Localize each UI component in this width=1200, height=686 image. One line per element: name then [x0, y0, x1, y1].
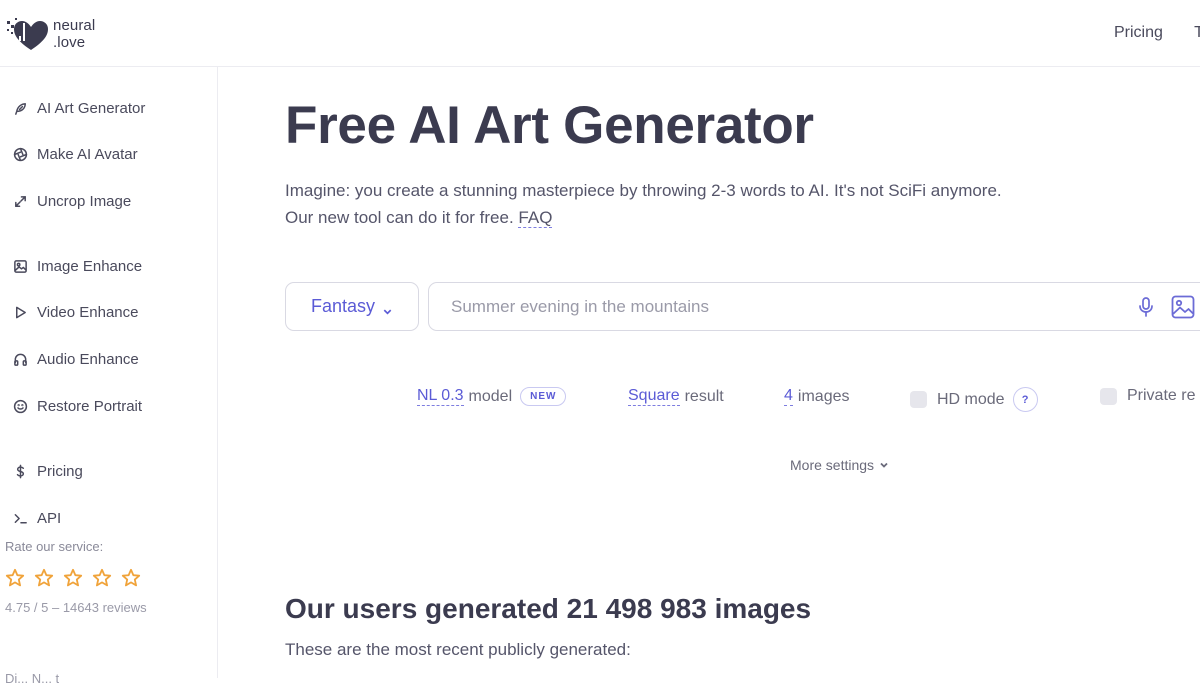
users-generated-subtitle: These are the most recent publicly gener… [285, 640, 631, 659]
private-option: Private re [1100, 387, 1195, 405]
star-icon[interactable] [63, 568, 83, 588]
new-badge: NEW [520, 387, 567, 406]
sidebar-item-audio-enhance[interactable]: Audio Enhance [12, 351, 139, 368]
shape-option: Square result [628, 387, 724, 406]
sidebar-item-api[interactable]: API [12, 510, 61, 527]
shape-link[interactable]: Square [628, 387, 680, 406]
sidebar-item-label: Pricing [37, 463, 83, 480]
sidebar-item-label: API [37, 510, 62, 527]
sidebar-item-label: Audio Enhance [37, 351, 139, 368]
private-checkbox[interactable] [1100, 387, 1117, 405]
hd-mode-option: HD mode ? [910, 387, 1038, 412]
sidebar-item-pricing[interactable]: Pricing [12, 463, 83, 480]
sidebar-item-restore-portrait[interactable]: Restore Portrait [12, 398, 142, 415]
sidebar-item-label: Image Enhance [37, 258, 143, 275]
hd-mode-checkbox[interactable] [910, 391, 927, 408]
sidebar-item-label: Uncrop Image [37, 193, 132, 210]
more-settings-toggle[interactable]: More settings [790, 457, 889, 473]
nav-pricing-link[interactable]: Pricing [1114, 24, 1163, 41]
logo-line-2: .love [53, 34, 86, 51]
style-dropdown-value: Fantasy [310, 296, 376, 316]
sidebar-item-make-ai-avatar[interactable]: Make AI Avatar [12, 146, 138, 163]
private-label: Private re [1127, 387, 1196, 404]
logo-link[interactable]: neural .love [5, 14, 95, 54]
page-subtitle: Imagine: you create a stunning masterpie… [285, 177, 1002, 231]
sidebar: AI Art Generator Make AI Avatar Uncrop I… [0, 67, 218, 686]
faq-link[interactable]: FAQ [518, 208, 553, 228]
top-header: neural .love Pricing T [0, 0, 1200, 67]
sidebar-item-uncrop-image[interactable]: Uncrop Image [12, 193, 131, 210]
logo-text: neural .love [53, 17, 95, 51]
model-text: model [468, 387, 513, 405]
help-icon[interactable]: ? [1012, 387, 1038, 412]
play-icon [12, 305, 28, 321]
rating-label: Rate our service: [5, 539, 104, 554]
star-icon[interactable] [121, 568, 141, 588]
main-content: Free AI Art Generator Imagine: you creat… [219, 67, 1200, 678]
sidebar-item-video-enhance[interactable]: Video Enhance [12, 304, 138, 321]
nav-truncated-link[interactable]: T [1194, 24, 1200, 41]
sidebar-item-label: Restore Portrait [37, 398, 143, 415]
count-option: 4 images [784, 387, 849, 406]
logo-line-1: neural [53, 17, 96, 34]
feather-icon [12, 101, 28, 117]
smile-icon [12, 399, 28, 415]
style-dropdown[interactable]: Fantasy [285, 282, 419, 331]
sidebar-item-ai-art-generator[interactable]: AI Art Generator [12, 100, 145, 117]
count-link[interactable]: 4 [784, 387, 793, 406]
image-upload-icon[interactable] [1170, 294, 1196, 320]
sidebar-item-label: AI Art Generator [37, 100, 146, 117]
microphone-icon[interactable] [1136, 296, 1156, 318]
top-nav: Pricing T [1114, 24, 1200, 42]
rating-stats: 4.75 / 5 – 14643 reviews [5, 600, 147, 615]
star-icon[interactable] [34, 568, 54, 588]
expand-icon [12, 194, 28, 210]
page-title: Free AI Art Generator [285, 96, 814, 155]
subtitle-line-2: Our new tool can do it for free. [285, 208, 514, 227]
sidebar-item-image-enhance[interactable]: Image Enhance [12, 258, 142, 275]
headphones-icon [12, 352, 28, 368]
shape-text: result [684, 387, 724, 405]
aperture-icon [12, 147, 28, 163]
rating-stars [5, 568, 141, 588]
star-icon[interactable] [92, 568, 112, 588]
sidebar-cut-off-text: Di... N... t [5, 671, 60, 686]
terminal-icon [12, 511, 28, 527]
chevron-down-icon [382, 301, 393, 315]
model-option: NL 0.3 model NEW [417, 387, 567, 406]
subtitle-line-1: Imagine: you create a stunning masterpie… [285, 181, 1002, 200]
users-generated-heading: Our users generated 21 498 983 images [285, 593, 812, 624]
more-settings-label: More settings [790, 457, 875, 473]
prompt-box [428, 282, 1200, 331]
count-text: images [797, 387, 850, 405]
hd-mode-label: HD mode [937, 390, 1005, 408]
prompt-input[interactable] [449, 283, 1109, 330]
sidebar-item-label: Make AI Avatar [37, 146, 138, 163]
sidebar-item-label: Video Enhance [37, 304, 139, 321]
chevron-down-icon [880, 462, 888, 468]
star-icon[interactable] [5, 568, 25, 588]
neural-love-logo-icon [5, 14, 49, 54]
image-icon [12, 259, 28, 275]
model-link[interactable]: NL 0.3 [417, 387, 464, 406]
dollar-icon [12, 464, 28, 480]
